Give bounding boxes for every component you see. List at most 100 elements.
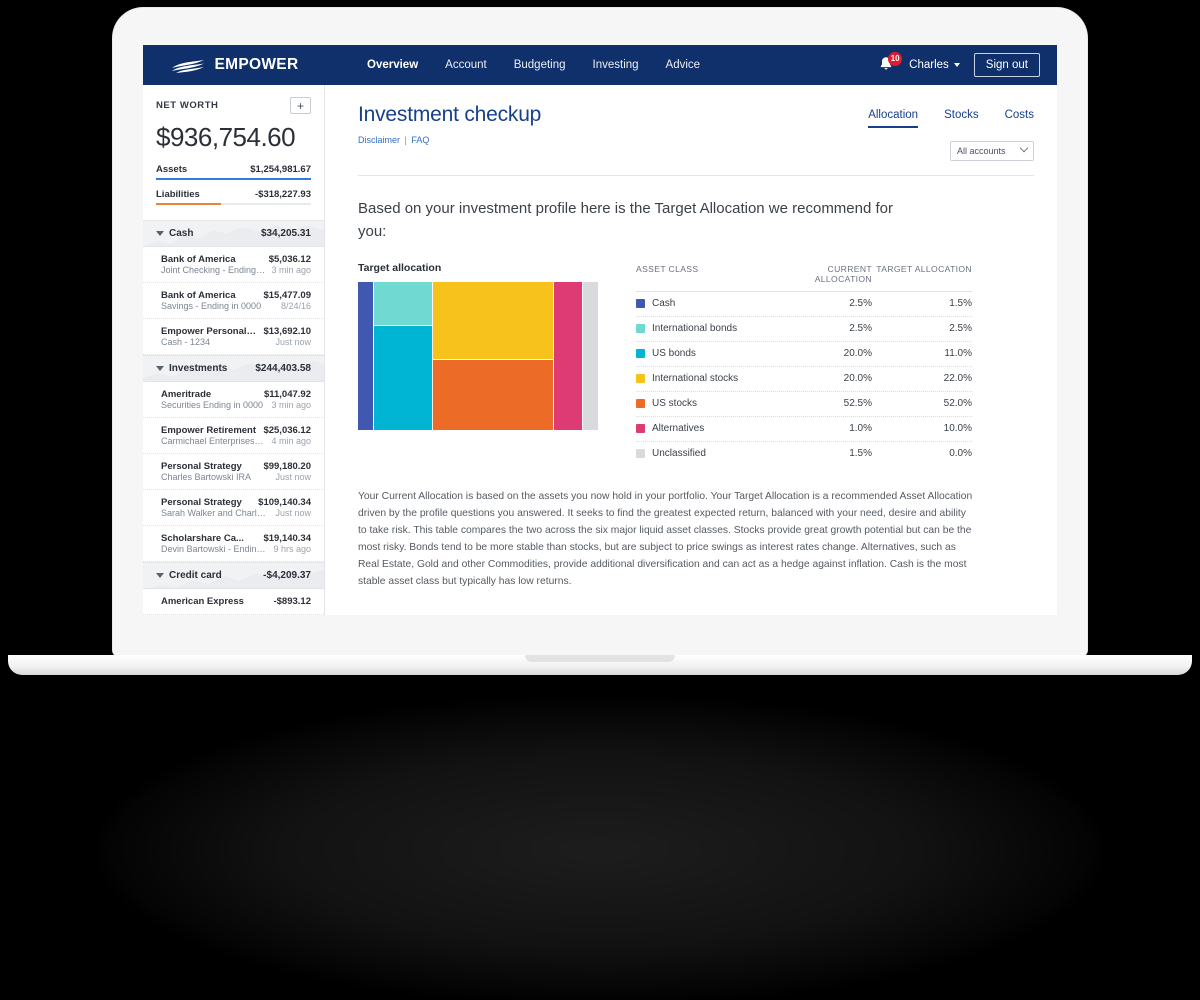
treemap-tile-us-bonds[interactable] (374, 326, 432, 430)
nav-link-budgeting[interactable]: Budgeting (514, 59, 566, 71)
allocation-asset-class-cell: Unclassified (636, 448, 772, 459)
nav-link-overview[interactable]: Overview (367, 59, 418, 71)
legend-color-swatch (636, 374, 645, 384)
allocation-target-cell: 11.0% (944, 348, 972, 360)
legend-color-swatch (636, 399, 645, 409)
treemap-tile-alternatives[interactable] (554, 281, 582, 430)
account-primary-line: American Express -$893.12 (161, 596, 311, 607)
treemap-tile-unclassified[interactable] (582, 281, 598, 430)
account-group-header[interactable]: Cash $34,205.31 (143, 220, 324, 247)
allocation-current-cell: 20.0% (843, 373, 872, 385)
accounts-filter-select[interactable]: All accounts (950, 141, 1034, 161)
allocation-asset-class-cell: US stocks (636, 398, 772, 409)
sign-out-button[interactable]: Sign out (973, 53, 1040, 77)
account-groups: Cash $34,205.31 Bank of America $5,036.12 Jo… (143, 220, 324, 615)
account-list-item[interactable]: Bank of America $5,036.12 Joint Checking -… (143, 247, 324, 283)
tab-costs[interactable]: Costs (1005, 109, 1034, 126)
account-primary-line: Bank of America $5,036.12 (161, 254, 311, 265)
treemap-tile-cash[interactable] (358, 281, 373, 430)
allocation-target-cell: 1.5% (949, 298, 972, 310)
account-balance: $15,477.09 (263, 290, 311, 301)
net-worth-header: NET WORTH + (156, 97, 311, 114)
brand-wordmark: EMPOWER (214, 56, 299, 73)
account-secondary-line: Securities Ending in 0000 3 min ago (161, 400, 311, 410)
nav-link-account[interactable]: Account (445, 59, 487, 71)
laptop-shadow-glow (100, 700, 1100, 1000)
tab-stocks[interactable]: Stocks (944, 109, 979, 126)
section-tabs: Allocation Stocks Costs (868, 103, 1034, 128)
account-secondary-line: Cash - 1234 Just now (161, 337, 311, 347)
allocation-table-row: International stocks 20.0% 22.0% (636, 367, 972, 392)
allocation-asset-class-label: US bonds (652, 348, 696, 360)
allocation-target-cell: 10.0% (943, 423, 972, 435)
account-secondary-line: Carmichael Enterprises Llc 4... 4 min ago (161, 436, 311, 446)
page-title: Investment checkup (358, 103, 542, 126)
empower-waves-logo-icon (171, 60, 204, 73)
allocation-current-cell: 2.5% (849, 298, 872, 310)
account-primary-line: Empower Retirement $25,036.12 (161, 425, 311, 436)
disclaimer-link[interactable]: Disclaimer (358, 135, 400, 145)
allocation-asset-class-label: International bonds (652, 323, 738, 335)
notifications-button[interactable]: 10 (877, 52, 903, 75)
account-balance: $99,180.20 (263, 461, 311, 472)
account-name: Empower Personal Cash (161, 326, 257, 337)
allocation-table-row: US stocks 52.5% 52.0% (636, 392, 972, 417)
account-subtitle: Securities Ending in 0000 (161, 400, 264, 410)
faq-link[interactable]: FAQ (411, 135, 429, 145)
allocation-target-cell: 2.5% (949, 323, 972, 335)
account-list-item[interactable]: American Express -$893.12 (143, 589, 324, 615)
account-primary-line: Bank of America $15,477.09 (161, 290, 311, 301)
legend-color-swatch (636, 449, 645, 459)
account-group-total: $34,205.31 (260, 228, 311, 239)
accounts-filter-value: All accounts (957, 146, 1006, 156)
account-group-left: Investments (156, 363, 227, 374)
liabilities-bar (156, 203, 222, 205)
account-list-item[interactable]: Bank of America $15,477.09 Savings - Endin… (143, 283, 324, 319)
page-header-left: Investment checkup Disclaimer | FAQ (358, 103, 541, 145)
sidebar: NET WORTH + $936,754.60 Assets $1,254,98… (143, 85, 325, 615)
account-primary-line: Personal Strategy $109,140.34 (161, 497, 311, 508)
account-balance: $25,036.12 (263, 425, 311, 436)
account-secondary-line: Devin Bartowski - Ending i... 9 hrs ago (161, 544, 311, 554)
account-name: American Express (161, 596, 244, 607)
account-list-item[interactable]: Scholarshare Ca... $19,140.34 Devin Bartow… (143, 526, 324, 562)
account-list-item[interactable]: Empower Personal Cash $13,692.10Cash - 12… (143, 319, 324, 355)
nav-link-advice[interactable]: Advice (666, 59, 701, 71)
account-subtitle: Savings - Ending in 0000 (161, 301, 262, 311)
account-list-item[interactable]: Empower Retirement $25,036.12 Carmichael E… (143, 418, 324, 454)
account-group-header[interactable]: Credit card -$4,209.37 (143, 562, 324, 589)
treemap-tile-international-stocks[interactable] (433, 281, 554, 359)
account-list-item[interactable]: Personal Strategy $99,180.20 Charles Barto… (143, 454, 324, 490)
account-updated-time: 8/24/16 (280, 301, 311, 311)
top-navigation-bar: EMPOWER Overview Account Budgeting Inves… (143, 45, 1057, 85)
allocation-asset-class-cell: Cash (636, 298, 772, 309)
account-list-item[interactable]: Personal Strategy $109,140.34 Sarah Walker… (143, 490, 324, 526)
account-primary-line: Scholarshare Ca... $19,140.34 (161, 533, 311, 544)
assets-row[interactable]: Assets $1,254,981.67 (156, 164, 311, 178)
account-primary-line: Personal Strategy $99,180.20 (161, 461, 311, 472)
treemap-tile-international-bonds[interactable] (374, 281, 432, 326)
allocation-table-row: Cash 2.5% 1.5% (636, 292, 972, 317)
account-updated-time: Just now (275, 472, 311, 482)
add-account-button[interactable]: + (290, 97, 311, 114)
allocation-table: ASSET CLASS CURRENT ALLOCATION TARGET AL… (636, 262, 972, 466)
laptop-mockup: EMPOWER Overview Account Budgeting Inves… (0, 0, 1200, 1000)
explainer-paragraph: Your Current Allocation is based on the … (358, 490, 973, 587)
chevron-down-icon (953, 63, 960, 67)
account-balance: $11,047.92 (263, 389, 311, 400)
account-list-item[interactable]: Ameritrade $11,047.92 Securities Ending in… (143, 382, 324, 418)
user-menu[interactable]: Charles (909, 59, 960, 71)
liabilities-row[interactable]: Liabilities -$318,227.93 (156, 189, 311, 203)
account-group-header[interactable]: Investments $244,403.58 (143, 355, 324, 382)
user-menu-label: Charles (909, 59, 949, 71)
tab-allocation[interactable]: Allocation (868, 109, 919, 128)
treemap-tile-us-stocks[interactable] (433, 359, 554, 430)
account-balance: $13,692.10 (263, 326, 311, 337)
visualization-row: Target allocation ASSET CLASS CURRENT AL… (358, 262, 1034, 466)
allocation-table-header: ASSET CLASS CURRENT ALLOCATION TARGET AL… (636, 264, 972, 292)
brand-logo[interactable]: EMPOWER (143, 56, 325, 74)
nav-link-investing[interactable]: Investing (593, 59, 639, 71)
allocation-asset-class-cell: Alternatives (636, 423, 772, 434)
account-group-name: Investments (169, 363, 228, 374)
account-group-left: Credit card (156, 570, 222, 581)
